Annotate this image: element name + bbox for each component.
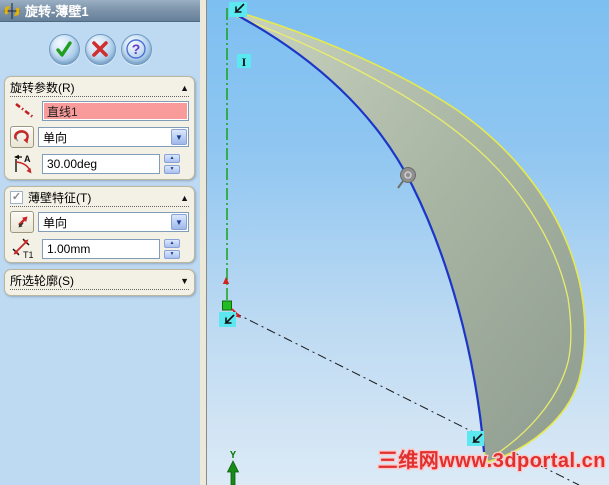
thin-reverse-direction-icon [18,216,28,228]
axis-arrow-mark [222,277,230,284]
watermark-text: 三维网www.3dportal.cn [378,448,606,472]
spin-down-icon[interactable]: ▼ [164,250,180,259]
panel-action-buttons: ? [0,22,200,70]
spin-down-icon[interactable]: ▼ [164,165,180,174]
direction-row: 单向 ▼ [10,126,189,148]
section-header-revolve-params[interactable]: 旋转参数(R) ▲ [10,79,189,97]
section-title: 薄壁特征(T) [28,191,92,205]
revolve-angle-icon: A [10,153,38,175]
axis-selection-field[interactable]: 直线1 [42,101,189,121]
help-button[interactable]: ? [120,33,152,65]
thickness-input[interactable]: 1.00mm [42,239,160,259]
svg-text:?: ? [132,41,141,57]
section-thin-feature: ✓ 薄壁特征(T) ▲ 单向 ▼ T1 1.00mm ▲ ▼ [4,186,195,263]
section-revolve-params: 旋转参数(R) ▲ 直线1 单向 ▼ A 30.00deg ▲ ▼ [4,76,195,180]
vertex-marker-origin[interactable] [219,312,236,327]
axis-selection-value: 直线1 [44,103,187,119]
viewport-canvas: I Y 三维网www.3dportal.cn [219,2,607,485]
revolved-surface[interactable] [230,9,586,463]
svg-text:Y: Y [230,450,236,461]
collapse-arrow-icon[interactable]: ▲ [180,83,189,93]
revolve-direction-value: 单向 [43,130,68,145]
thin-direction-value: 单向 [43,215,68,230]
revolve-direction-select[interactable]: 单向 ▼ [38,127,189,147]
cancel-button[interactable] [84,33,116,65]
thin-feature-checkbox[interactable]: ✓ [10,191,23,204]
vertex-marker-top[interactable] [229,2,247,17]
panel-title: 旋转-薄壁1 [25,4,89,19]
revolve-angle-value: 30.00deg [47,157,98,171]
property-manager-panel: 旋转-薄壁1 ? 旋转参数(R) ▲ 直线1 单向 ▼ A 30.00deg ▲… [0,0,200,485]
thickness-value: 1.00mm [47,242,91,256]
reverse-direction-icon [14,130,29,144]
thickness-row: T1 1.00mm ▲ ▼ [10,238,189,260]
collapse-arrow-icon[interactable]: ▲ [180,193,189,203]
help-question-icon: ? [126,39,146,59]
thin-reverse-direction-button[interactable] [10,211,34,233]
ok-button[interactable] [48,33,80,65]
panel-titlebar: 旋转-薄壁1 [0,0,200,22]
vertex-marker-bottom[interactable] [467,431,484,446]
section-header-thin-feature[interactable]: ✓ 薄壁特征(T) ▲ [10,189,189,207]
chevron-down-icon[interactable]: ▼ [171,214,187,230]
spin-up-icon[interactable]: ▲ [164,239,180,248]
section-selected-contours: 所选轮廓(S) ▼ [4,269,195,296]
ok-check-icon [56,41,72,57]
cancel-x-icon [92,41,108,57]
section-title: 旋转参数(R) [10,81,75,95]
svg-text:A: A [24,154,31,164]
angle-spinner: ▲ ▼ [164,154,180,174]
revolve-axis-icon [10,101,38,121]
thickness-t1-icon: T1 [10,238,38,260]
thin-direction-row: 单向 ▼ [10,211,189,233]
panel-splitter[interactable] [200,0,207,485]
angle-row: A 30.00deg ▲ ▼ [10,153,189,175]
graphics-viewport[interactable]: I Y 三维网www.3dportal.cn [207,0,609,485]
expand-arrow-icon[interactable]: ▼ [180,276,189,286]
reverse-direction-button[interactable] [10,126,34,148]
axis-endpoint-handle[interactable] [222,300,232,311]
vertical-relation-marker[interactable]: I [237,54,251,69]
revolve-angle-input[interactable]: 30.00deg [42,154,160,174]
thickness-spinner: ▲ ▼ [164,239,180,259]
chevron-down-icon[interactable]: ▼ [171,129,187,145]
svg-text:T1: T1 [23,250,34,260]
axis-row: 直线1 [10,101,189,121]
spin-up-icon[interactable]: ▲ [164,154,180,163]
section-title: 所选轮廓(S) [10,274,74,288]
svg-text:I: I [242,55,247,69]
revolve-feature-icon [4,2,20,19]
section-header-selected-contours[interactable]: 所选轮廓(S) ▼ [10,272,189,290]
origin-triad-y-arrow: Y [226,450,240,485]
thin-direction-select[interactable]: 单向 ▼ [38,212,189,232]
